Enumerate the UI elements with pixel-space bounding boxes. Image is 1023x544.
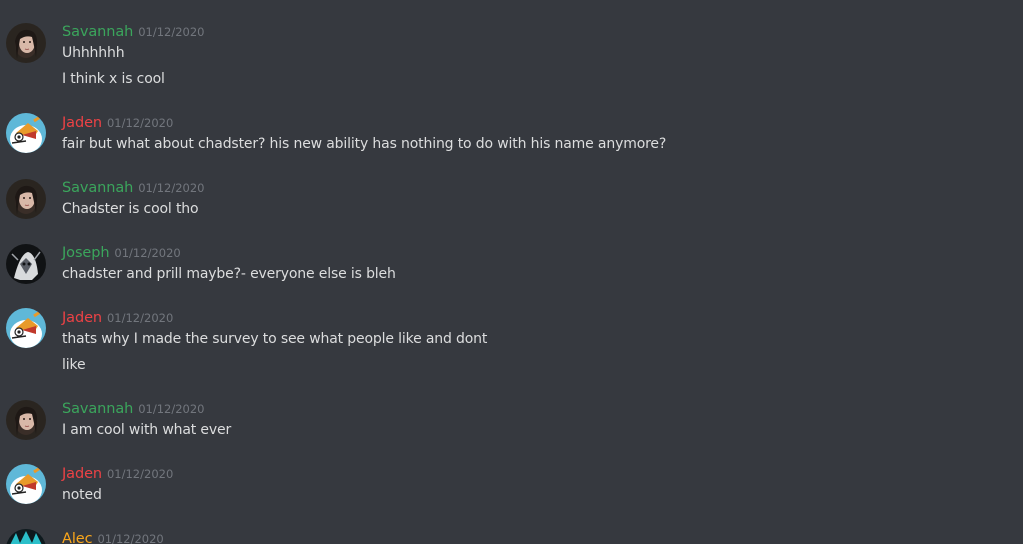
alec-avatar-icon[interactable] — [6, 529, 46, 544]
message-text: thats why I made the survey to see what … — [62, 331, 488, 347]
author-name[interactable]: Savannah — [62, 401, 133, 417]
jaden-avatar-icon[interactable] — [6, 464, 46, 504]
timestamp: 01/12/2020 — [138, 181, 205, 195]
message-header: Jaden 01/12/2020 — [62, 463, 173, 484]
savannah-avatar-icon[interactable] — [6, 400, 46, 440]
message-text: fair but what about chadster? his new ab… — [62, 136, 667, 152]
message-header: Jaden 01/12/2020 — [62, 112, 173, 133]
message-text: I think x is cool — [62, 71, 165, 87]
author-name[interactable]: Jaden — [62, 310, 102, 326]
author-name[interactable]: Alec — [62, 531, 93, 544]
timestamp: 01/12/2020 — [106, 116, 174, 130]
message-text: Chadster is cool tho — [62, 201, 199, 217]
message-header: Jaden 01/12/2020 — [62, 307, 173, 328]
message-text: like — [62, 357, 86, 373]
author-name[interactable]: Savannah — [62, 180, 133, 196]
timestamp: 01/12/2020 — [106, 467, 174, 481]
timestamp: 01/12/2020 — [138, 25, 205, 39]
message-header: Savannah 01/12/2020 — [62, 177, 205, 198]
timestamp: 01/12/2020 — [114, 246, 181, 260]
timestamp: 01/12/2020 — [138, 402, 205, 416]
message-header: Savannah 01/12/2020 — [62, 21, 205, 42]
timestamp: 01/12/2020 — [106, 311, 174, 325]
jaden-avatar-icon[interactable] — [6, 308, 46, 348]
author-name[interactable]: Joseph — [62, 245, 110, 261]
savannah-avatar-icon[interactable] — [6, 179, 46, 219]
message-header: Joseph 01/12/2020 — [62, 242, 181, 263]
message-header: Savannah 01/12/2020 — [62, 398, 205, 419]
message-header: Alec 01/12/2020 — [62, 528, 164, 544]
joseph-avatar-icon[interactable] — [6, 244, 46, 284]
message-text: chadster and prill maybe?- everyone else… — [62, 266, 396, 282]
jaden-avatar-icon[interactable] — [6, 113, 46, 153]
message-text: I am cool with what ever — [62, 422, 232, 438]
author-name[interactable]: Jaden — [62, 115, 102, 131]
timestamp: 01/12/2020 — [97, 532, 164, 544]
message-text: noted — [62, 487, 102, 503]
message-list[interactable]: Savannah 01/12/2020 Uhhhhhh I think x is … — [0, 0, 1023, 544]
author-name[interactable]: Savannah — [62, 24, 133, 40]
author-name[interactable]: Jaden — [62, 466, 102, 482]
message-text: Uhhhhhh — [62, 45, 125, 61]
savannah-avatar-icon[interactable] — [6, 23, 46, 63]
